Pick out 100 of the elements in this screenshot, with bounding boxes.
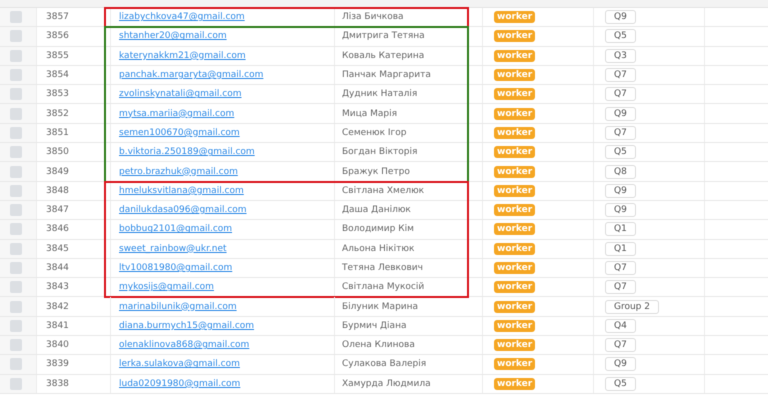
email-link[interactable]: diana.burmych15@gmail.com (119, 320, 254, 331)
role-badge: worker (494, 223, 536, 236)
group-tag: Q7 (605, 261, 636, 275)
group-tag: Group 2 (605, 300, 659, 314)
role-badge: worker (494, 204, 536, 216)
table-cell: 3848 (46, 186, 69, 196)
role-badge: worker (494, 11, 536, 24)
row-checkbox[interactable] (10, 88, 22, 100)
group-tag: Q7 (605, 280, 636, 294)
table-cell: 3846 (46, 224, 69, 234)
table-cell: Світлана Мукосій (342, 282, 424, 292)
email-link[interactable]: ltv10081980@gmail.com (119, 263, 232, 273)
table-cell: 3844 (46, 263, 69, 273)
group-tag: Q5 (605, 29, 636, 44)
group-tag: Q9 (605, 106, 636, 121)
group-tag: Q3 (605, 48, 636, 63)
role-badge: worker (494, 339, 536, 352)
email-link[interactable]: danilukdasa096@gmail.com (119, 205, 247, 216)
row-checkbox[interactable] (10, 204, 22, 216)
role-badge: worker (494, 242, 536, 255)
email-link[interactable]: sweet_rainbow@ukr.net (119, 244, 227, 254)
group-tag: Q1 (605, 222, 636, 236)
role-badge: worker (494, 50, 536, 62)
table-cell: Білуник Марина (342, 302, 418, 312)
role-badge: worker (494, 108, 536, 120)
table-cell: 3854 (46, 70, 69, 80)
table-cell: Семенюк Ігор (342, 128, 407, 138)
row-checkbox[interactable] (10, 30, 22, 42)
table-cell: 3839 (46, 359, 69, 370)
email-link[interactable]: b.viktoria.250189@gmail.com (119, 147, 255, 158)
email-link[interactable]: petro.brazhuk@gmail.com (119, 166, 238, 177)
table-cell: Сулакова Валерія (342, 359, 426, 370)
role-badge: worker (494, 126, 536, 139)
email-link[interactable]: shtanher20@gmail.com (119, 31, 227, 42)
email-link[interactable]: lerka.sulakova@gmail.com (119, 359, 240, 370)
row-checkbox[interactable] (10, 166, 22, 178)
group-tag: Q9 (605, 203, 636, 218)
table-cell: 3843 (46, 282, 69, 292)
group-tag: Q7 (605, 126, 636, 140)
table-cell: Володимир Кім (342, 224, 414, 234)
role-badge: worker (494, 358, 536, 370)
email-link[interactable]: hmeluksvitlana@gmail.com (119, 186, 244, 196)
row-checkbox[interactable] (10, 262, 22, 274)
table-cell: 3852 (46, 108, 69, 119)
table-cell: 3849 (46, 166, 69, 177)
role-badge: worker (494, 184, 536, 197)
row-checkbox[interactable] (10, 358, 22, 370)
group-tag: Q7 (605, 338, 636, 352)
row-checkbox[interactable] (10, 108, 22, 120)
table-cell: Бражук Петро (342, 166, 410, 177)
group-tag: Q9 (605, 357, 636, 372)
table-cell: 3838 (46, 378, 69, 389)
table-cell: Олена Клинова (342, 340, 415, 350)
row-checkbox[interactable] (10, 69, 22, 82)
email-link[interactable]: semen100670@gmail.com (119, 128, 240, 138)
table-cell: 3857 (46, 12, 69, 22)
group-tag: Q7 (605, 68, 636, 82)
table-cell: 3841 (46, 320, 69, 331)
table-cell: Альона Нікітюк (342, 244, 414, 254)
row-checkbox[interactable] (10, 50, 22, 62)
group-tag: Q5 (605, 145, 636, 160)
email-link[interactable]: olenaklinova868@gmail.com (119, 340, 250, 350)
email-link[interactable]: marinabilunik@gmail.com (119, 302, 237, 312)
table-cell: Мица Марія (342, 108, 398, 119)
table-cell: Ліза Бичкова (342, 12, 404, 22)
table-cell: Богдан Вікторія (342, 147, 418, 158)
email-link[interactable]: lizabychkova47@gmail.com (119, 12, 245, 22)
group-tag: Q5 (605, 376, 636, 391)
email-link[interactable]: mykosijs@gmail.com (119, 282, 214, 292)
email-link[interactable]: bobbug2101@gmail.com (119, 224, 232, 234)
email-link[interactable]: zvolinskynatali@gmail.com (119, 89, 242, 100)
group-tag: Q9 (605, 184, 636, 198)
email-link[interactable]: luda02091980@gmail.com (119, 378, 240, 389)
row-checkbox[interactable] (10, 320, 22, 332)
row-checkbox[interactable] (10, 242, 22, 255)
group-tag: Q9 (605, 10, 636, 24)
table-cell: Тетяна Левкович (342, 263, 423, 273)
group-tag: Q7 (605, 87, 636, 102)
table-cell: Світлана Хмелюк (342, 186, 424, 196)
row-checkbox[interactable] (10, 281, 22, 294)
group-tag: Q8 (605, 164, 636, 179)
table-cell: 3853 (46, 89, 69, 100)
row-checkbox[interactable] (10, 223, 22, 236)
row-checkbox[interactable] (10, 378, 22, 390)
row-checkbox[interactable] (10, 11, 22, 24)
email-link[interactable]: mytsa.mariia@gmail.com (119, 108, 234, 119)
role-badge: worker (494, 378, 536, 390)
email-link[interactable]: panchak.margaryta@gmail.com (119, 70, 264, 80)
role-badge: worker (494, 69, 536, 82)
table-cell: 3840 (46, 340, 69, 350)
row-checkbox[interactable] (10, 126, 22, 139)
table-cell: 3851 (46, 128, 69, 138)
role-badge: worker (494, 30, 536, 42)
row-checkbox[interactable] (10, 300, 22, 313)
table-cell: 3856 (46, 31, 69, 42)
role-badge: worker (494, 320, 536, 332)
row-checkbox[interactable] (10, 339, 22, 352)
email-link[interactable]: katerynakkm21@gmail.com (119, 50, 246, 61)
row-checkbox[interactable] (10, 146, 22, 158)
row-checkbox[interactable] (10, 184, 22, 197)
